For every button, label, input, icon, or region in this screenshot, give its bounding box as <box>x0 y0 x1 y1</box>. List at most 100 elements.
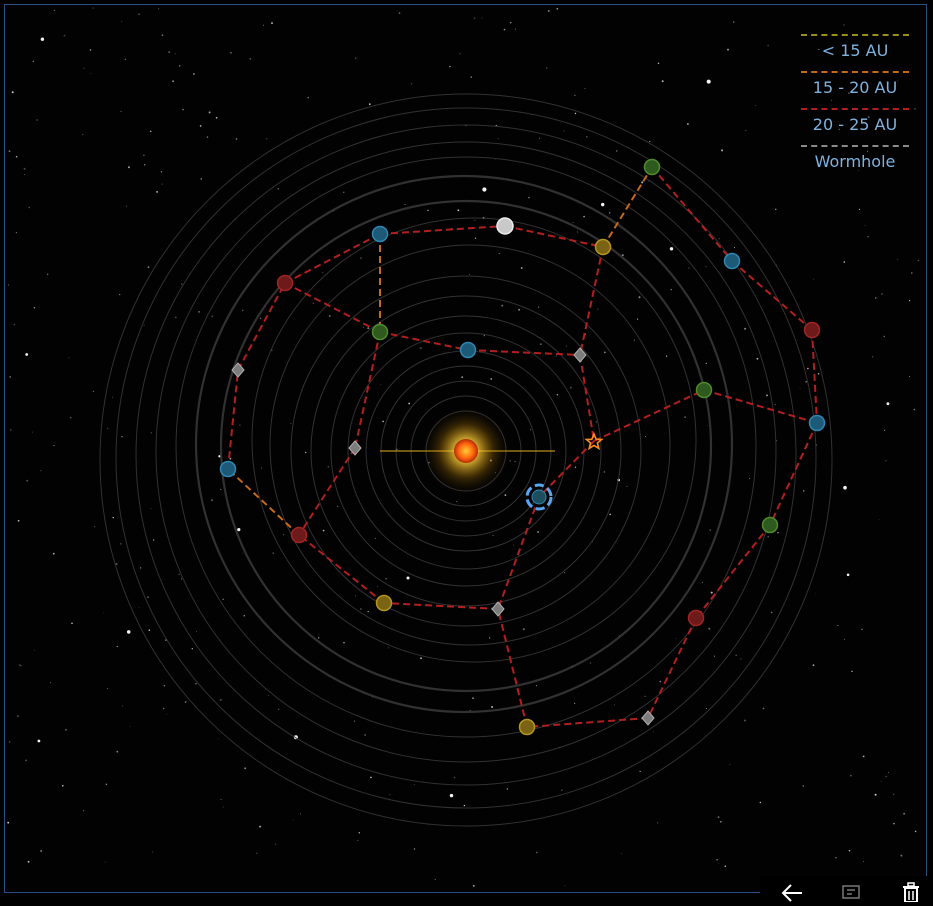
background-star <box>817 373 820 375</box>
background-star <box>150 508 152 510</box>
background-star <box>23 174 25 175</box>
background-star <box>586 136 588 138</box>
background-star <box>337 505 339 508</box>
background-star <box>874 793 877 796</box>
background-star <box>636 318 639 320</box>
planet-system-green[interactable] <box>371 323 389 341</box>
background-star <box>574 466 577 468</box>
wormhole-icon[interactable] <box>641 710 655 726</box>
background-star <box>112 516 114 519</box>
background-star <box>196 631 197 632</box>
background-star <box>639 770 641 773</box>
route-line <box>504 225 604 248</box>
background-star <box>621 853 622 854</box>
route-line <box>298 447 356 536</box>
route-line <box>703 389 818 424</box>
legend-line <box>801 145 909 147</box>
background-star <box>501 304 504 307</box>
background-star <box>256 852 258 854</box>
planet-system-red[interactable] <box>687 609 705 627</box>
background-star <box>535 851 538 854</box>
planet-system-blue[interactable] <box>723 252 741 270</box>
background-star <box>388 647 390 649</box>
background-star <box>884 429 886 431</box>
background-star <box>871 356 874 358</box>
background-star <box>17 519 20 522</box>
background-star <box>601 202 605 207</box>
background-star <box>713 655 715 657</box>
background-star <box>504 494 507 496</box>
background-star <box>897 258 899 260</box>
background-star <box>161 183 163 185</box>
background-star <box>803 490 805 492</box>
background-star <box>290 423 292 424</box>
background-star <box>858 208 861 210</box>
background-star <box>83 67 85 69</box>
planet-system-red[interactable] <box>276 274 294 292</box>
background-star <box>546 67 548 69</box>
background-star <box>120 543 122 545</box>
background-star <box>900 854 903 857</box>
planet-system-red[interactable] <box>803 321 821 339</box>
galaxy-map[interactable] <box>0 0 933 902</box>
planet-system-green[interactable] <box>695 381 713 399</box>
wormhole-icon[interactable] <box>491 601 505 617</box>
background-star <box>178 573 180 575</box>
background-star <box>767 535 769 538</box>
planet-system-yellow[interactable] <box>594 238 612 256</box>
background-star <box>292 819 294 821</box>
background-star <box>707 425 709 427</box>
planet-system-selected[interactable] <box>531 489 547 505</box>
background-star <box>10 429 12 431</box>
background-star <box>522 628 525 631</box>
background-star <box>815 593 817 595</box>
background-star <box>733 21 735 23</box>
background-star <box>469 274 470 275</box>
planet-system-blue[interactable] <box>808 414 826 432</box>
background-star <box>802 785 804 787</box>
background-star <box>127 166 130 169</box>
background-star <box>242 552 244 554</box>
background-star <box>147 596 149 598</box>
background-star <box>514 461 516 463</box>
background-star <box>863 861 865 863</box>
planet-system-red[interactable] <box>290 526 308 544</box>
background-star <box>914 830 917 833</box>
background-star <box>419 347 422 350</box>
background-star <box>518 308 521 311</box>
background-star <box>28 206 31 209</box>
background-star <box>547 10 550 12</box>
planet-system-yellow[interactable] <box>375 594 393 612</box>
planet-system-blue[interactable] <box>371 225 389 243</box>
background-star <box>181 283 183 285</box>
background-star <box>709 529 711 531</box>
background-star <box>139 567 142 569</box>
back-button[interactable] <box>780 880 806 902</box>
background-star <box>474 219 476 221</box>
route-line <box>593 389 705 442</box>
card-button[interactable] <box>838 880 864 902</box>
background-star <box>15 232 17 234</box>
background-star <box>701 582 703 583</box>
background-star <box>574 702 576 705</box>
planet-system-blue[interactable] <box>219 460 237 478</box>
route-line <box>379 225 506 235</box>
background-star <box>90 73 92 74</box>
background-star <box>878 519 880 521</box>
planet-system-yellow[interactable] <box>518 718 536 736</box>
background-star <box>271 22 273 25</box>
background-star <box>488 637 491 639</box>
delete-button[interactable] <box>898 880 924 903</box>
planet-system-white[interactable] <box>496 217 514 235</box>
planet-system-green[interactable] <box>643 158 661 176</box>
background-star <box>198 311 200 313</box>
planet-system-green[interactable] <box>761 516 779 534</box>
background-star <box>767 44 769 47</box>
planet-system-blue[interactable] <box>459 341 477 359</box>
background-star <box>166 713 168 715</box>
background-star <box>657 62 660 64</box>
background-star <box>706 79 711 84</box>
background-star <box>587 356 589 358</box>
background-star <box>729 764 731 766</box>
background-star <box>449 65 451 68</box>
